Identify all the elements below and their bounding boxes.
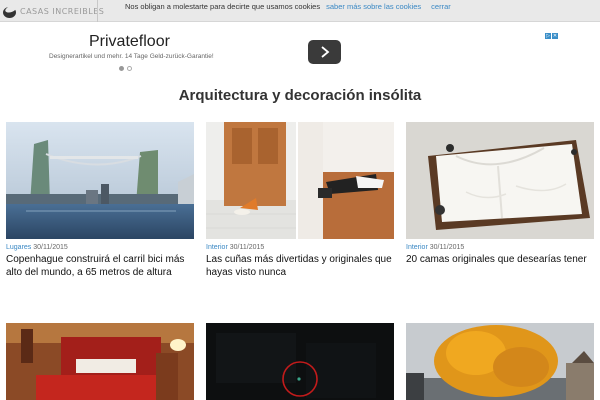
cookie-message: Nos obligan a molestarte para decirte qu…	[125, 1, 321, 11]
ad-title[interactable]: Privatefloor	[89, 33, 170, 51]
ad-carousel-dots	[119, 66, 132, 71]
article-category[interactable]: Lugares	[6, 244, 31, 251]
article-date: 30/11/2015	[229, 244, 265, 251]
ad-choices[interactable]: ▷ ✕	[545, 33, 558, 39]
logo-text: CASAS INCREIBLES	[20, 6, 105, 16]
article-image-doorstops[interactable]	[206, 122, 394, 239]
chevron-right-icon	[320, 46, 329, 58]
article-card[interactable]: Lugares 30/11/2015 Copenhague construirá…	[6, 122, 194, 279]
article-title[interactable]: Copenhague construirá el carril bici más…	[6, 254, 194, 279]
article-image-red-room[interactable]	[6, 323, 194, 400]
article-meta: Interior 30/11/2015	[206, 244, 394, 251]
article-category[interactable]: Interior	[206, 244, 228, 251]
section-title: Arquitectura y decoración insólita	[178, 87, 422, 104]
article-meta: Interior 30/11/2015	[406, 244, 594, 251]
site-logo[interactable]: CASAS INCREIBLES	[2, 2, 104, 20]
article-card[interactable]: Interior 30/11/2015 Las cuñas más divert…	[206, 122, 394, 279]
article-image-bridge[interactable]	[6, 122, 194, 239]
close-icon[interactable]: ✕	[552, 33, 558, 39]
article-title[interactable]: Las cuñas más divertidas y originales qu…	[206, 254, 394, 279]
article-image-dark[interactable]	[206, 323, 394, 400]
article-image-tree[interactable]	[406, 323, 594, 400]
site-header: CASAS INCREIBLES Nos obligan a molestart…	[0, 0, 600, 22]
ad-next-button[interactable]	[308, 40, 341, 64]
cookie-more-link[interactable]: saber más sobre las cookies	[326, 2, 421, 11]
logo-icon	[2, 4, 18, 18]
article-date: 30/11/2015	[33, 244, 68, 251]
article-category[interactable]: Interior	[406, 244, 428, 251]
ad-banner[interactable]: Privatefloor Designerartikel und mehr. 1…	[0, 27, 600, 77]
article-image-bed[interactable]	[406, 122, 594, 239]
ad-choices-icon[interactable]: ▷	[545, 33, 551, 39]
ad-dot-1[interactable]	[119, 66, 124, 71]
article-card[interactable]: Interior 30/11/2015 20 camas originales …	[406, 122, 594, 267]
article-date: 30/11/2015	[429, 244, 465, 251]
ad-dot-2[interactable]	[127, 66, 132, 71]
ad-subtitle: Designerartikel und mehr. 14 Tage Geld-z…	[49, 53, 214, 60]
cookie-close-link[interactable]: cerrar	[431, 2, 451, 11]
header-divider	[97, 0, 98, 22]
page: CASAS INCREIBLES Nos obligan a molestart…	[0, 0, 600, 400]
article-title[interactable]: 20 camas originales que desearías tener	[406, 254, 594, 267]
article-meta: Lugares 30/11/2015	[6, 244, 194, 251]
cookie-bar: Nos obligan a molestarte para decirte qu…	[125, 0, 451, 12]
